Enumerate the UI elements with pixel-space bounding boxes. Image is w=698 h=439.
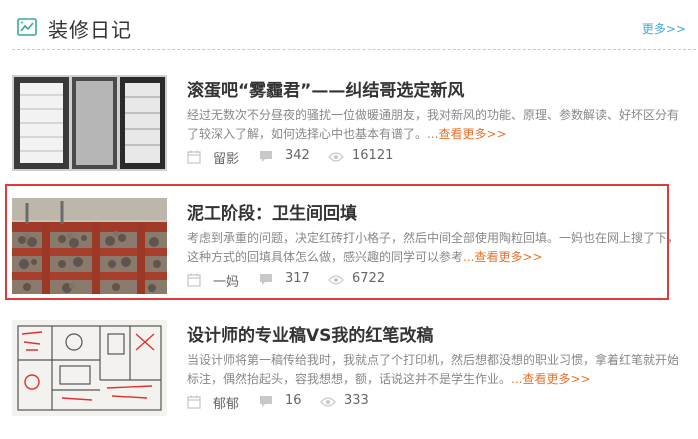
section-title: 装修日记	[48, 18, 132, 42]
calendar-icon	[187, 395, 201, 409]
article-desc: 当设计师将第一稿传给我时，我就点了个打印机，然后想都没想的职业习惯，拿着红笔就开…	[187, 351, 683, 389]
article-title[interactable]: 滚蛋吧“雾霾君”——纠结哥选定新风	[187, 76, 464, 101]
article-comment-count: 342	[285, 148, 310, 163]
views-eye-icon	[328, 152, 344, 162]
article-view-count: 333	[344, 393, 369, 408]
article-desc-text: 当设计师将第一稿传给我时，我就点了个打印机，然后想都没想的职业习惯，拿着红笔就开…	[187, 353, 680, 386]
article-item[interactable]: 滚蛋吧“雾霾君”——纠结哥选定新风 经过无数次不分昼夜的骚扰一位做暖通朋友，我对…	[0, 75, 698, 187]
diary-chart-icon	[17, 18, 37, 36]
comment-icon	[260, 151, 272, 162]
divider	[12, 49, 696, 50]
article-thumbnail[interactable]	[12, 75, 167, 171]
read-more-link[interactable]: ...查看更多>>	[511, 372, 591, 386]
section-header: 装修日记 更多>>	[0, 0, 698, 50]
read-more-link[interactable]: ...查看更多>>	[427, 127, 507, 141]
calendar-icon	[187, 150, 201, 164]
article-author: 郁郁	[213, 397, 240, 412]
views-eye-icon	[320, 397, 336, 407]
article-view-count: 16121	[352, 148, 394, 163]
article-title[interactable]: 设计师的专业稿VS我的红笔改稿	[187, 321, 433, 346]
article-author: 留影	[213, 152, 240, 167]
article-desc: 经过无数次不分昼夜的骚扰一位做暖通朋友，我对新风的功能、原理、参数解读、好坏区分…	[187, 106, 683, 144]
highlight-box	[5, 184, 669, 300]
article-item[interactable]: 设计师的专业稿VS我的红笔改稿 当设计师将第一稿传给我时，我就点了个打印机，然后…	[0, 320, 698, 432]
article-thumbnail[interactable]	[12, 320, 167, 416]
comment-icon	[260, 396, 272, 407]
article-comment-count: 16	[285, 393, 302, 408]
more-link[interactable]: 更多>>	[642, 20, 686, 37]
